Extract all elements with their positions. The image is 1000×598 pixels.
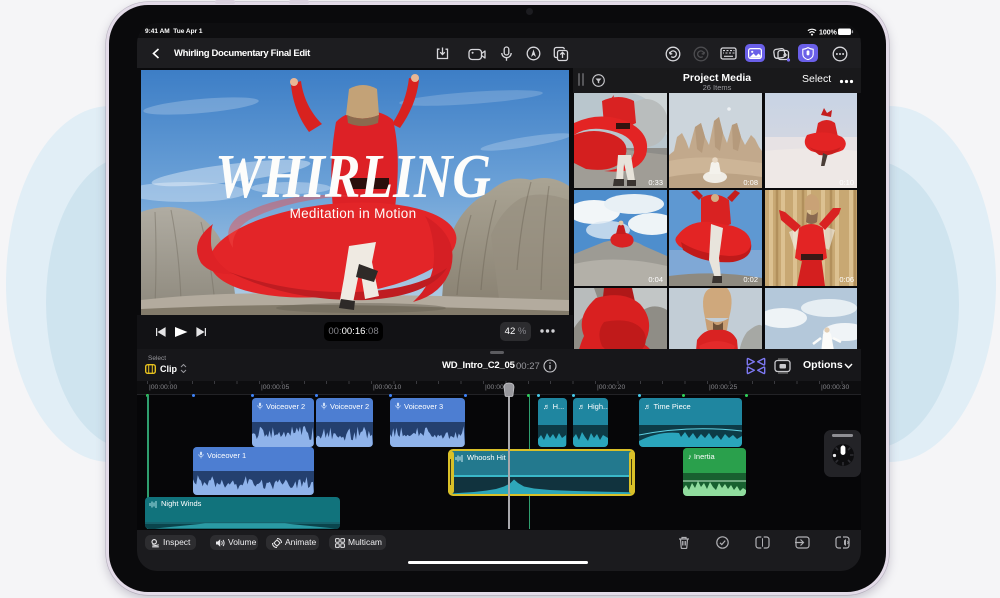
- svg-text:0:06: 0:06: [839, 275, 854, 284]
- svg-text:WHIRLING: WHIRLING: [215, 143, 491, 211]
- svg-text:0:08: 0:08: [744, 178, 759, 187]
- svg-text:0:10: 0:10: [839, 178, 854, 187]
- svg-text:Meditation in Motion: Meditation in Motion: [290, 206, 417, 221]
- svg-text:0:33: 0:33: [648, 178, 663, 187]
- svg-text:100%: 100%: [819, 30, 838, 36]
- svg-text:0:02: 0:02: [744, 275, 759, 284]
- svg-text:0:04: 0:04: [648, 275, 663, 284]
